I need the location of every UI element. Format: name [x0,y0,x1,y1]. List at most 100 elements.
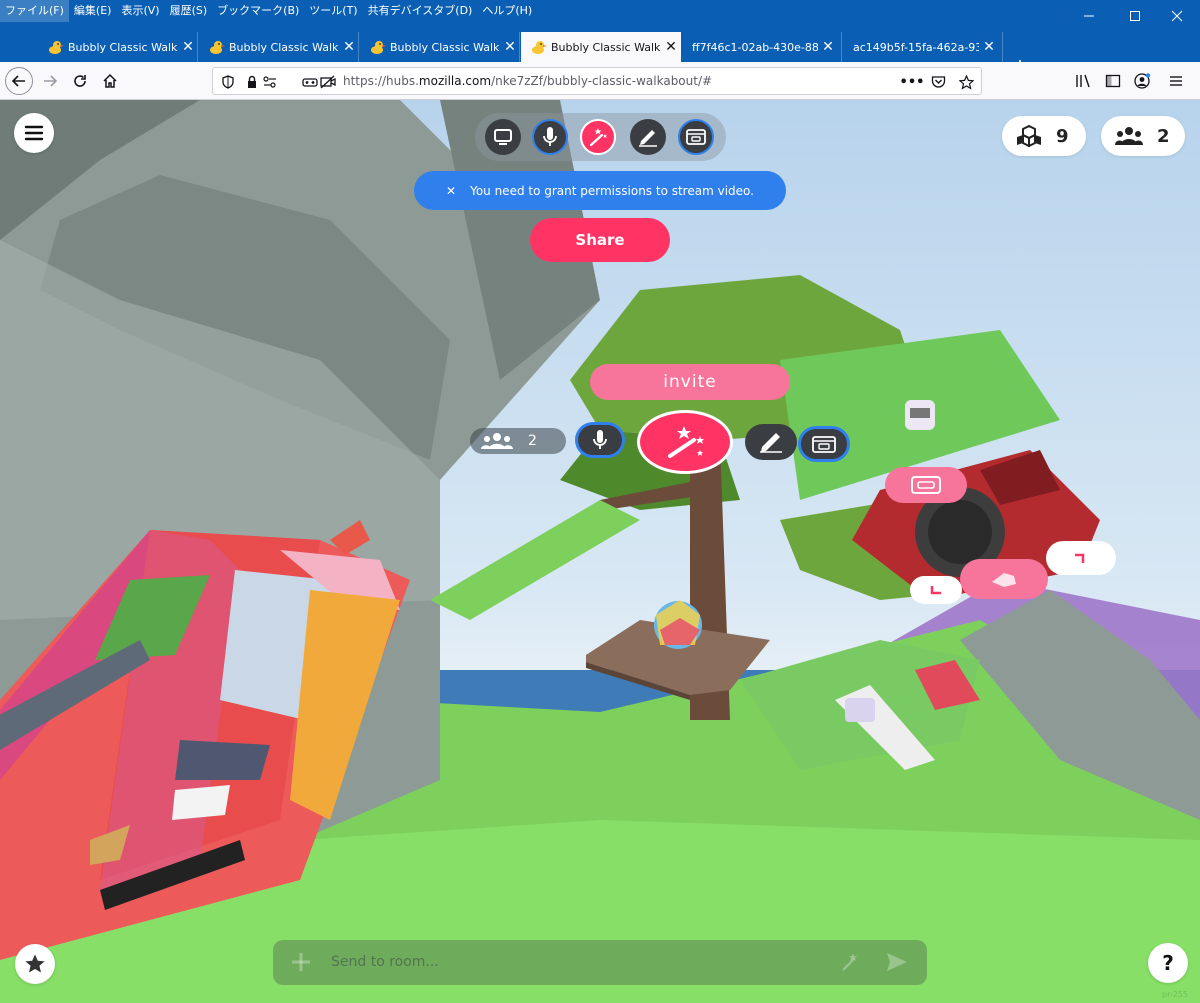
tab-title: Bubbly Classic Walkabout [68,40,178,54]
screen-icon [494,129,512,145]
minimize-icon [1084,15,1094,17]
camera-blocked-icon[interactable] [319,73,337,91]
mic-button[interactable] [532,119,568,155]
tab-bar: Bubbly Classic Walkabout ✕ Bubbly Classi… [0,22,1200,78]
hamburger-icon [24,125,44,141]
spawn-magic-wand-icon[interactable] [839,951,861,976]
pen-icon [760,433,782,453]
menu-edit[interactable]: 編集(E) [69,0,117,22]
permissions-icon[interactable] [261,73,279,91]
camera-rotate-right-button[interactable] [1046,541,1116,575]
objects-count: 9 [1056,125,1069,147]
forward-button[interactable] [36,67,64,95]
sidebar-button[interactable] [1099,67,1127,95]
toast-close-icon[interactable]: ✕ [446,184,456,198]
chat-input[interactable] [331,951,811,973]
pen-icon [639,130,657,147]
url-bar[interactable]: https://hubs.mozilla.com/nke7zZf/bubbly-… [212,67,982,95]
menu-bookmarks[interactable]: ブックマーク(B) [212,0,304,22]
reload-button[interactable] [66,67,94,95]
tab-close-icon[interactable]: ✕ [663,39,679,55]
camera-snap-button[interactable] [885,467,967,503]
menu-file[interactable]: ファイル(F) [0,0,69,22]
scene-viewport[interactable]: invite 2 ✕ You need to grant permissions… [0,100,1200,1003]
close-icon [1171,10,1183,22]
tab-close-icon[interactable]: ✕ [341,39,357,55]
tab-6[interactable]: ac149b5f-15fa-462a-93ab ✕ [843,32,1003,62]
maximize-icon [1130,11,1140,21]
send-arrow-icon[interactable] [885,951,909,976]
tab-3[interactable]: Bubbly Classic Walkabout ✕ [360,32,520,62]
cubes-icon [1016,125,1042,147]
arrow-left-icon [11,75,25,87]
tab-title: Bubbly Classic Walkabout [229,40,339,54]
world-camera-button[interactable] [798,426,850,462]
avatar-robot-1 [905,400,935,430]
world-invite-button[interactable]: invite [590,364,790,400]
tab-close-icon[interactable]: ✕ [820,39,836,55]
create-plus-icon[interactable] [289,950,313,977]
star-icon [25,954,45,973]
account-button[interactable] [1128,67,1156,95]
tab-4-active[interactable]: Bubbly Classic Walkabout ✕ [521,32,681,62]
corner-arrow-icon [930,586,941,595]
share-screen-button[interactable] [485,119,521,155]
bookmark-star-icon[interactable] [957,73,975,91]
world-people-counter[interactable]: 2 [470,428,566,454]
library-button[interactable] [1070,67,1098,95]
tab-close-icon[interactable]: ✕ [981,39,997,55]
vr-headset-icon[interactable] [301,73,319,91]
magic-wand-icon [668,426,704,458]
media-panel-2 [430,500,640,620]
duck-favicon-icon [371,41,386,54]
camera-icon [911,476,941,494]
pocket-icon[interactable] [929,73,947,91]
tab-close-icon[interactable]: ✕ [502,39,518,55]
library-icon [1076,74,1090,88]
reload-icon [74,75,86,87]
help-button[interactable]: ? [1148,943,1188,983]
menu-view[interactable]: 表示(V) [116,0,164,22]
lock-icon[interactable] [243,73,261,91]
share-button[interactable]: Share [530,218,670,262]
app-menu-button[interactable] [1162,67,1190,95]
duck-favicon-icon [210,41,225,54]
corner-arrow-icon [1075,553,1085,563]
video-camera-icon [992,573,1016,587]
world-pen-button[interactable] [745,424,797,460]
duck-favicon-icon [532,41,547,54]
tab-1[interactable]: Bubbly Classic Walkabout ✕ [38,32,198,62]
menubar: ファイル(F) 編集(E) 表示(V) 履歴(S) ブックマーク(B) ツール(… [0,0,1200,22]
video-record-button[interactable] [960,559,1048,599]
pen-button[interactable] [630,119,666,155]
menu-help[interactable]: ヘルプ(H) [477,0,537,22]
magic-wand-icon [589,128,607,147]
tab-title: ff7f46c1-02ab-430e-888e [692,40,818,54]
chat-bar [273,940,927,985]
duck-favicon-icon [49,41,64,54]
tab-close-icon[interactable]: ✕ [180,39,196,55]
home-button[interactable] [96,67,124,95]
camera-icon [812,436,836,453]
world-place-object-button[interactable] [637,410,733,474]
menu-icon [1170,76,1182,86]
objects-counter-button[interactable]: 9 [1002,116,1086,156]
people-count: 2 [1157,125,1170,147]
menu-tools[interactable]: ツール(T) [304,0,362,22]
favorite-room-button[interactable] [15,944,55,984]
permission-toast: ✕ You need to grant permissions to strea… [414,171,786,210]
menu-synced-tabs[interactable]: 共有デバイスタブ(D) [363,0,478,22]
menu-history[interactable]: 履歴(S) [165,0,213,22]
main-menu-button[interactable] [14,113,54,153]
shield-icon[interactable] [219,73,237,91]
back-button[interactable] [5,67,33,95]
microphone-icon [593,430,607,449]
place-object-button[interactable] [580,119,616,155]
page-actions-icon[interactable]: ••• [900,73,925,91]
tab-5[interactable]: ff7f46c1-02ab-430e-888e ✕ [682,32,842,62]
camera-button[interactable] [678,119,714,155]
camera-rotate-left-button[interactable] [910,576,962,604]
world-mic-button[interactable] [575,422,625,458]
tab-2[interactable]: Bubbly Classic Walkabout ✕ [199,32,359,62]
people-counter-button[interactable]: 2 [1101,116,1185,156]
